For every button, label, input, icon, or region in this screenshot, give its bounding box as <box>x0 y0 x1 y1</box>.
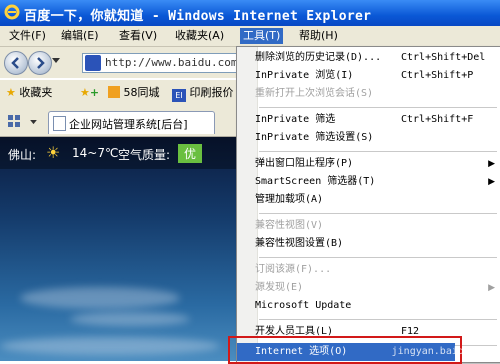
weather-widget: 佛山: ☀ 14~7℃ 空气质量: 优 <box>0 137 240 169</box>
page-icon <box>53 116 66 131</box>
add-favorite-icon[interactable]: ★+ <box>80 85 99 101</box>
favorite-link-58-label: 58同城 <box>123 86 160 99</box>
menu-help[interactable]: 帮助(H) <box>296 28 341 44</box>
menu-item-subscribe-feed: 订阅该源(F)... <box>237 261 500 279</box>
menu-separator <box>259 213 497 214</box>
history-dropdown-icon[interactable] <box>52 58 60 64</box>
menu-item-manage-addons[interactable]: 管理加载项(A) <box>237 191 500 209</box>
menu-item-label: InPrivate 筛选 <box>255 114 336 125</box>
back-arrow-icon <box>11 57 19 69</box>
tab-label: 企业网站管理系统[后台] <box>69 118 188 131</box>
menu-item-inprivate-filter-settings[interactable]: InPrivate 筛选设置(S) <box>237 129 500 147</box>
menu-separator <box>259 257 497 258</box>
favorites-label: 收藏夹 <box>19 86 53 99</box>
watermark-text: jingyan.baidu.com <box>391 346 494 357</box>
submenu-arrow-icon: ▶ <box>488 159 495 169</box>
favorite-link-print[interactable]: EI 印刷报价 <box>172 85 234 102</box>
submenu-arrow-icon: ▶ <box>488 283 495 293</box>
menu-item-popup-blocker[interactable]: 弹出窗口阻止程序(P) ▶ <box>237 155 500 173</box>
cloud-decoration <box>70 312 190 326</box>
forward-arrow-icon <box>37 57 45 69</box>
menu-item-shortcut: Ctrl+Shift+P <box>401 70 474 81</box>
forward-button[interactable] <box>28 51 52 75</box>
menu-item-label: 源发现(E) <box>255 282 304 293</box>
link-icon: EI <box>172 89 186 102</box>
menu-item-label: Microsoft Update <box>255 300 352 311</box>
address-url[interactable]: http://www.baidu.com/ <box>105 56 244 69</box>
cloud-decoration <box>20 287 180 309</box>
title-bar: 百度一下，你就知道 - Windows Internet Explorer <box>0 0 500 26</box>
menu-item-label: SmartScreen 筛选器(T) <box>255 176 376 187</box>
menu-favorites[interactable]: 收藏夹(A) <box>172 28 227 44</box>
star-icon: ★ <box>6 86 16 99</box>
back-button[interactable] <box>4 51 28 75</box>
weather-temp: 14~7℃ <box>72 146 119 160</box>
menu-item-inprivate-filter[interactable]: InPrivate 筛选 Ctrl+Shift+F <box>237 111 500 129</box>
menu-item-reopen-session: 重新打开上次浏览会话(S) <box>237 85 500 103</box>
link-icon <box>108 86 120 98</box>
menu-file[interactable]: 文件(F) <box>6 28 49 44</box>
menu-item-label: 删除浏览的历史记录(D)... <box>255 52 382 63</box>
menu-separator <box>259 107 497 108</box>
address-bar[interactable]: http://www.baidu.com/ <box>82 53 244 73</box>
menu-item-label: 兼容性视图设置(B) <box>255 238 344 249</box>
favorite-link-58[interactable]: 58同城 <box>108 85 160 101</box>
menu-item-label: 兼容性视图(V) <box>255 220 324 231</box>
menu-item-label: 弹出窗口阻止程序(P) <box>255 158 354 169</box>
submenu-arrow-icon: ▶ <box>488 177 495 187</box>
tab-list-dropdown-icon[interactable] <box>30 120 37 125</box>
menu-item-inprivate-browsing[interactable]: InPrivate 浏览(I) Ctrl+Shift+P <box>237 67 500 85</box>
menu-item-label: 管理加载项(A) <box>255 194 324 205</box>
favorites-button[interactable]: ★ 收藏夹 <box>6 85 52 101</box>
menu-view[interactable]: 查看(V) <box>116 28 160 44</box>
sun-cloud-icon: ☀ <box>46 143 61 162</box>
menu-item-label: 重新打开上次浏览会话(S) <box>255 88 374 99</box>
menu-item-label: InPrivate 筛选设置(S) <box>255 132 374 143</box>
menu-item-shortcut: Ctrl+Shift+Del <box>401 52 486 63</box>
tools-menu: 删除浏览的历史记录(D)... Ctrl+Shift+Del InPrivate… <box>236 46 500 363</box>
cloud-decoration <box>0 337 220 355</box>
window-title: 百度一下，你就知道 - Windows Internet Explorer <box>24 9 372 24</box>
menu-item-compat-view-settings[interactable]: 兼容性视图设置(B) <box>237 235 500 253</box>
menu-tools[interactable]: 工具(T) <box>240 28 284 44</box>
air-quality-badge: 优 <box>178 144 203 163</box>
menu-separator <box>259 151 497 152</box>
menu-item-delete-history[interactable]: 删除浏览的历史记录(D)... Ctrl+Shift+Del <box>237 49 500 67</box>
menu-item-label: 订阅该源(F)... <box>255 264 332 275</box>
air-quality-label: 空气质量: <box>118 148 171 162</box>
ie-icon <box>4 4 20 20</box>
menu-item-feed-discovery: 源发现(E) ▶ <box>237 279 500 297</box>
menu-edit[interactable]: 编辑(E) <box>58 28 102 44</box>
baidu-favicon-icon <box>85 55 101 71</box>
quick-tabs-icon[interactable] <box>8 115 20 127</box>
menu-item-microsoft-update[interactable]: Microsoft Update <box>237 297 500 315</box>
menu-separator <box>259 319 497 320</box>
menu-bar: 文件(F) 编辑(E) 查看(V) 收藏夹(A) 工具(T) 帮助(H) <box>0 26 500 47</box>
favorite-link-print-label: 印刷报价 <box>189 86 234 99</box>
menu-item-compat-view: 兼容性视图(V) <box>237 217 500 235</box>
menu-item-label: InPrivate 浏览(I) <box>255 70 354 81</box>
menu-item-smartscreen[interactable]: SmartScreen 筛选器(T) ▶ <box>237 173 500 191</box>
menu-item-shortcut: Ctrl+Shift+F <box>401 114 474 125</box>
weather-city: 佛山: <box>8 148 37 162</box>
tab-active[interactable]: 企业网站管理系统[后台] <box>48 111 215 134</box>
